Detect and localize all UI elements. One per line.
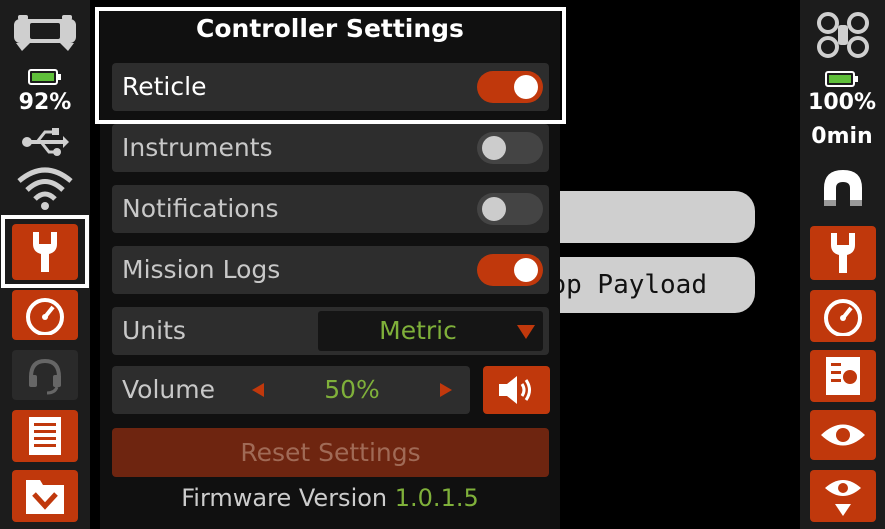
- battery-icon: [28, 68, 62, 86]
- eye-location-icon[interactable]: [810, 470, 876, 522]
- reticle-label: Reticle: [122, 72, 207, 101]
- notifications-toggle[interactable]: [477, 193, 543, 225]
- volume-label: Volume: [122, 375, 215, 404]
- drone-battery-icon: [825, 70, 859, 88]
- volume-value: 50%: [324, 375, 380, 404]
- firmware-version: Firmware Version 1.0.1.5: [100, 484, 560, 512]
- instruments-label: Instruments: [122, 133, 273, 162]
- instruments-row[interactable]: Instruments: [112, 124, 549, 172]
- wifi-icon: [14, 164, 76, 212]
- units-value: Metric: [379, 316, 457, 345]
- drone-icon[interactable]: [815, 10, 871, 60]
- units-select[interactable]: Metric: [318, 311, 543, 351]
- reticle-row[interactable]: Reticle: [112, 63, 549, 111]
- firmware-version-number: 1.0.1.5: [394, 484, 479, 512]
- reticle-toggle[interactable]: [477, 71, 543, 103]
- firmware-label: Firmware Version: [181, 484, 388, 512]
- drone-list-icon[interactable]: [810, 350, 876, 402]
- mission-logs-label: Mission Logs: [122, 255, 281, 284]
- usb-icon: [20, 124, 70, 160]
- magnet-icon[interactable]: [818, 164, 868, 214]
- panel-title: Controller Settings: [196, 14, 464, 43]
- gauge-icon[interactable]: [12, 290, 78, 340]
- download-icon[interactable]: [12, 470, 78, 522]
- mission-logs-toggle[interactable]: [477, 254, 543, 286]
- document-icon[interactable]: [12, 410, 78, 462]
- speaker-icon[interactable]: [483, 366, 550, 414]
- instruments-toggle[interactable]: [477, 132, 543, 164]
- units-label: Units: [122, 316, 186, 345]
- volume-increase-icon[interactable]: [440, 383, 452, 397]
- headset-icon[interactable]: [12, 350, 78, 400]
- payload-pill-label: op Payload: [550, 270, 707, 300]
- mission-logs-row[interactable]: Mission Logs: [112, 246, 549, 294]
- eye-icon[interactable]: [810, 410, 876, 460]
- notifications-label: Notifications: [122, 194, 279, 223]
- controller-battery-percent: 92%: [18, 90, 72, 115]
- caret-down-icon: [517, 325, 535, 339]
- flight-time: 0min: [811, 124, 873, 149]
- drone-wrench-icon[interactable]: [810, 226, 876, 280]
- volume-row: Volume 50%: [112, 366, 470, 414]
- drone-gauge-icon[interactable]: [810, 290, 876, 342]
- units-row: Units Metric: [112, 307, 549, 355]
- drone-battery-percent: 100%: [808, 90, 876, 115]
- volume-decrease-icon[interactable]: [252, 383, 264, 397]
- wrench-icon[interactable]: [12, 224, 78, 280]
- notifications-row[interactable]: Notifications: [112, 185, 549, 233]
- controller-icon[interactable]: [10, 12, 80, 54]
- reset-settings-button[interactable]: Reset Settings: [112, 428, 549, 477]
